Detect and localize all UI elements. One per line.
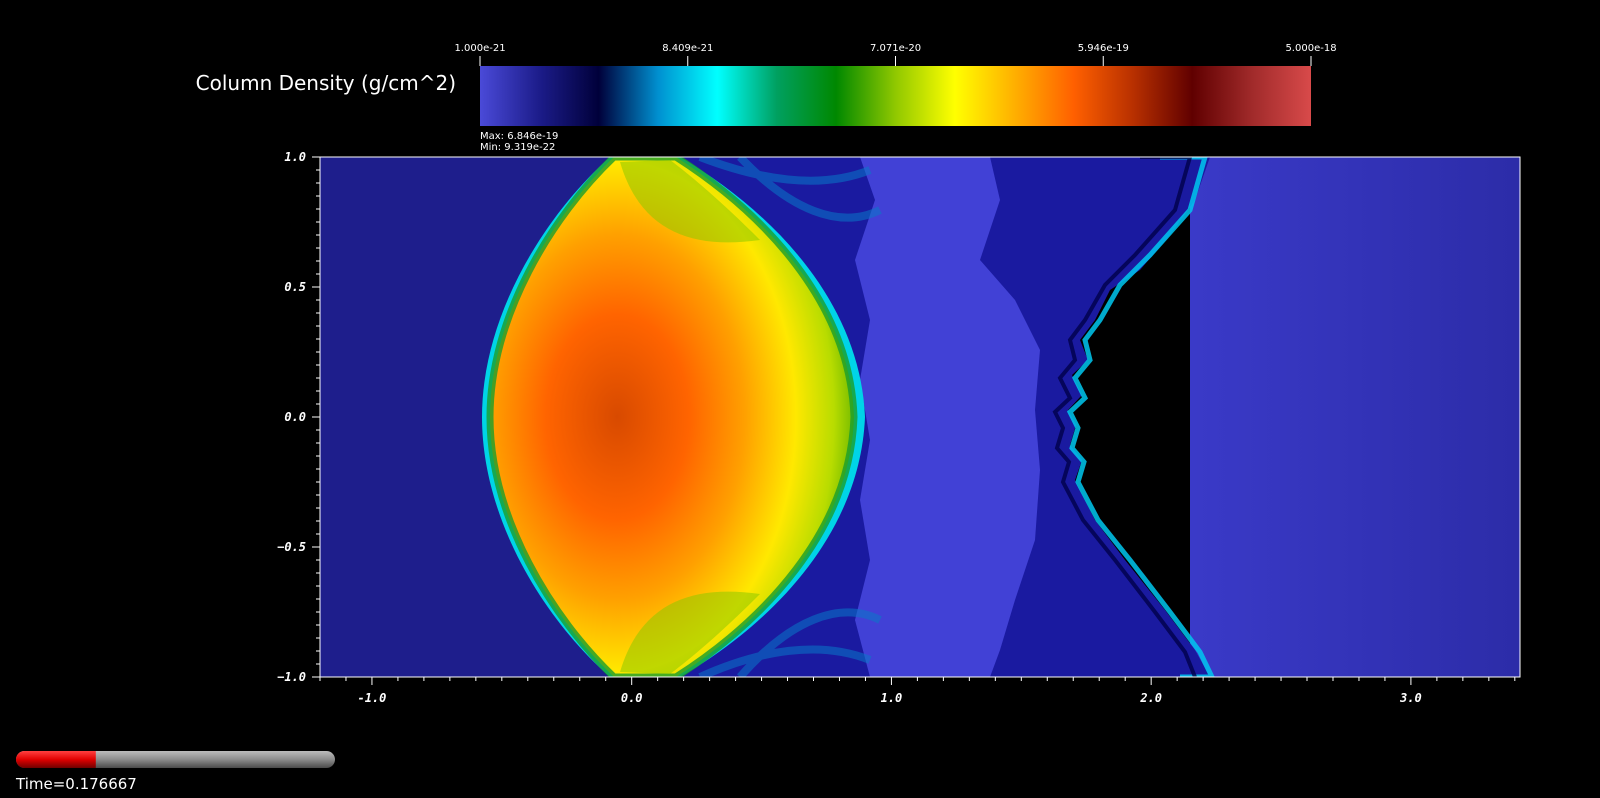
background-right bbox=[1190, 157, 1520, 677]
time-label: Time=0.176667 bbox=[15, 775, 137, 793]
colorbar-ticks: 1.000e-21 8.409e-21 7.071e-20 5.946e-19 5.00… bbox=[454, 43, 1337, 66]
y-axis-tick-label: 0.0 bbox=[284, 410, 306, 424]
colorbar-tick-label: 5.946e-19 bbox=[1078, 43, 1129, 54]
x-axis-tick-label: 1.0 bbox=[881, 691, 903, 705]
time-slider-fill[interactable] bbox=[16, 751, 96, 768]
y-axis-tick-label: 1.0 bbox=[284, 150, 306, 164]
x-axis: -1.0 0.0 1.0 2.0 3.0 bbox=[319, 677, 1516, 705]
colorbar-tick-label: 1.000e-21 bbox=[454, 43, 505, 54]
density-field bbox=[320, 157, 1520, 677]
x-axis-tick-label: 3.0 bbox=[1399, 691, 1422, 705]
y-axis: 1.0 0.5 0.0 −0.5 −1.0 bbox=[277, 150, 320, 684]
time-slider[interactable] bbox=[16, 751, 335, 768]
x-axis-tick-label: -1.0 bbox=[357, 691, 386, 705]
colorbar-max-label: Max: 6.846e-19 bbox=[480, 131, 558, 142]
y-axis-tick-label: 0.5 bbox=[284, 280, 306, 294]
colorbar-min-label: Min: 9.319e-22 bbox=[480, 142, 555, 153]
colorbar-tick-label: 5.000e-18 bbox=[1285, 43, 1336, 54]
y-axis-tick-label: −0.5 bbox=[277, 540, 306, 554]
y-axis-tick-label: −1.0 bbox=[277, 670, 306, 684]
colorbar-tick-label: 8.409e-21 bbox=[662, 43, 713, 54]
x-axis-tick-label: 0.0 bbox=[621, 691, 643, 705]
colorbar-tick-label: 7.071e-20 bbox=[870, 43, 921, 54]
colorbar-title: Column Density (g/cm^2) bbox=[196, 71, 456, 95]
visualization-canvas: Column Density (g/cm^2) 1.000e-21 8.409e-… bbox=[15, 43, 1521, 793]
x-axis-tick-label: 2.0 bbox=[1139, 691, 1162, 705]
colorbar: Column Density (g/cm^2) 1.000e-21 8.409e-… bbox=[196, 43, 1337, 153]
colorbar-gradient bbox=[480, 66, 1311, 126]
